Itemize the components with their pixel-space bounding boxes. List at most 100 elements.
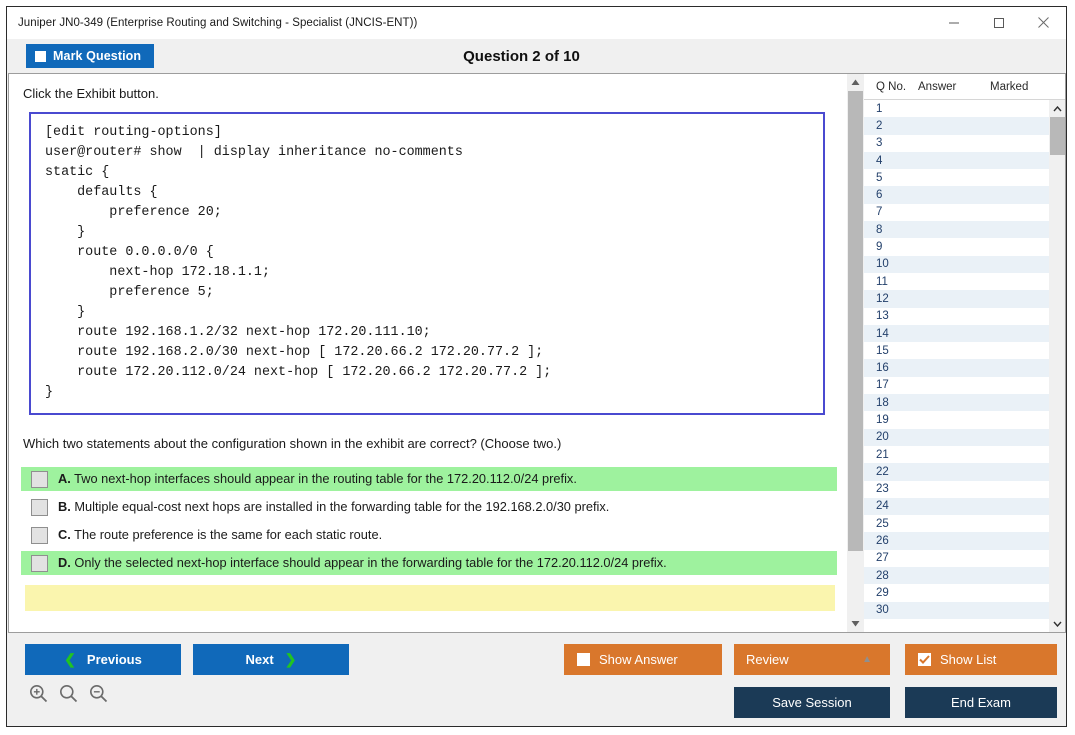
question-list-scrollbar[interactable] bbox=[1049, 100, 1065, 632]
question-list-row[interactable]: 3 bbox=[864, 135, 1049, 152]
window-controls bbox=[931, 7, 1066, 38]
content-scrollbar[interactable] bbox=[847, 73, 864, 633]
list-scroll-track[interactable] bbox=[1049, 117, 1065, 615]
answer-option-checkbox[interactable] bbox=[31, 555, 48, 572]
question-list-number: 10 bbox=[864, 258, 906, 270]
minimize-icon[interactable] bbox=[931, 7, 976, 38]
save-session-button[interactable]: Save Session bbox=[734, 687, 890, 718]
question-list-row[interactable]: 12 bbox=[864, 290, 1049, 307]
exhibit-code: [edit routing-options] user@router# show… bbox=[45, 123, 811, 403]
question-list-row[interactable]: 5 bbox=[864, 169, 1049, 186]
next-button[interactable]: Next ❯ bbox=[193, 644, 349, 675]
answer-option-row[interactable]: B. Multiple equal-cost next hops are ins… bbox=[21, 495, 837, 519]
list-scroll-thumb[interactable] bbox=[1050, 117, 1065, 155]
answer-option-body: The route preference is the same for eac… bbox=[74, 527, 382, 542]
question-list-number: 3 bbox=[864, 137, 906, 149]
question-list-number: 22 bbox=[864, 466, 906, 478]
question-list-row[interactable]: 26 bbox=[864, 532, 1049, 549]
question-list-number: 24 bbox=[864, 500, 906, 512]
answer-option-row[interactable]: C. The route preference is the same for … bbox=[21, 523, 837, 547]
scroll-down-icon[interactable] bbox=[847, 615, 864, 632]
app-window: Juniper JN0-349 (Enterprise Routing and … bbox=[6, 6, 1067, 727]
question-list-row[interactable]: 7 bbox=[864, 204, 1049, 221]
question-list-row[interactable]: 6 bbox=[864, 186, 1049, 203]
previous-button[interactable]: ❮ Previous bbox=[25, 644, 181, 675]
question-list-row[interactable]: 29 bbox=[864, 584, 1049, 601]
question-content: Click the Exhibit button. [edit routing-… bbox=[9, 74, 847, 611]
question-list-row[interactable]: 21 bbox=[864, 446, 1049, 463]
answer-option-row[interactable]: D. Only the selected next-hop interface … bbox=[21, 551, 837, 575]
answer-option-letter: C. bbox=[58, 527, 71, 542]
content-scroll-track[interactable] bbox=[847, 91, 864, 615]
question-list-row[interactable]: 13 bbox=[864, 308, 1049, 325]
question-list-number: 5 bbox=[864, 172, 906, 184]
question-list-row[interactable]: 8 bbox=[864, 221, 1049, 238]
question-list-row[interactable]: 17 bbox=[864, 377, 1049, 394]
question-list-number: 15 bbox=[864, 345, 906, 357]
content-scroll-thumb[interactable] bbox=[848, 91, 863, 551]
show-answer-label: Show Answer bbox=[599, 652, 678, 667]
question-list-number: 25 bbox=[864, 518, 906, 530]
question-list-row[interactable]: 20 bbox=[864, 429, 1049, 446]
question-list-row[interactable]: 25 bbox=[864, 515, 1049, 532]
question-list-row[interactable]: 14 bbox=[864, 325, 1049, 342]
question-list-row[interactable]: 16 bbox=[864, 359, 1049, 376]
zoom-out-icon[interactable] bbox=[89, 684, 108, 708]
mark-question-button[interactable]: Mark Question bbox=[26, 44, 154, 68]
question-list-row[interactable]: 19 bbox=[864, 411, 1049, 428]
question-list-body: 1234567891011121314151617181920212223242… bbox=[864, 100, 1065, 632]
question-list-pane: Q No. Answer Marked 12345678910111213141… bbox=[864, 73, 1066, 633]
question-list-row[interactable]: 9 bbox=[864, 238, 1049, 255]
answer-option-checkbox[interactable] bbox=[31, 471, 48, 488]
column-header-marked: Marked bbox=[990, 81, 1052, 93]
question-list-row[interactable]: 11 bbox=[864, 273, 1049, 290]
show-list-checkbox[interactable] bbox=[918, 653, 931, 666]
show-answer-button[interactable]: Show Answer bbox=[564, 644, 722, 675]
end-exam-button[interactable]: End Exam bbox=[905, 687, 1057, 718]
question-list-row[interactable]: 18 bbox=[864, 394, 1049, 411]
question-list-number: 11 bbox=[864, 276, 906, 288]
question-list-row[interactable]: 23 bbox=[864, 481, 1049, 498]
question-list-number: 19 bbox=[864, 414, 906, 426]
scroll-up-icon[interactable] bbox=[847, 74, 864, 91]
review-dropdown[interactable]: Review ▲ bbox=[734, 644, 890, 675]
column-header-qno: Q No. bbox=[864, 81, 918, 93]
question-list-row[interactable]: 30 bbox=[864, 602, 1049, 619]
answer-option-text: C. The route preference is the same for … bbox=[58, 526, 382, 543]
question-list-number: 30 bbox=[864, 604, 906, 616]
answer-option-checkbox[interactable] bbox=[31, 499, 48, 516]
answer-option-letter: A. bbox=[58, 471, 71, 486]
question-list-row[interactable]: 22 bbox=[864, 463, 1049, 480]
close-icon[interactable] bbox=[1021, 7, 1066, 38]
list-scroll-up-icon[interactable] bbox=[1049, 100, 1066, 117]
question-list-row[interactable]: 10 bbox=[864, 256, 1049, 273]
question-list-row[interactable]: 28 bbox=[864, 567, 1049, 584]
zoom-reset-icon[interactable] bbox=[59, 684, 78, 708]
answer-option-body: Two next-hop interfaces should appear in… bbox=[74, 471, 577, 486]
answer-option-checkbox[interactable] bbox=[31, 527, 48, 544]
question-list-row[interactable]: 15 bbox=[864, 342, 1049, 359]
mark-question-checkbox[interactable] bbox=[35, 51, 46, 62]
show-answer-checkbox[interactable] bbox=[577, 653, 590, 666]
question-list-row[interactable]: 1 bbox=[864, 100, 1049, 117]
answer-option-row[interactable]: A. Two next-hop interfaces should appear… bbox=[21, 467, 837, 491]
exam-app: Juniper JN0-349 (Enterprise Routing and … bbox=[0, 0, 1075, 735]
question-list-number: 13 bbox=[864, 310, 906, 322]
question-list-row[interactable]: 24 bbox=[864, 498, 1049, 515]
question-list-row[interactable]: 27 bbox=[864, 550, 1049, 567]
chevron-up-icon: ▲ bbox=[862, 654, 872, 665]
show-list-button[interactable]: Show List bbox=[905, 644, 1057, 675]
review-label: Review bbox=[746, 652, 789, 667]
column-header-answer: Answer bbox=[918, 81, 990, 93]
question-list-row[interactable]: 4 bbox=[864, 152, 1049, 169]
list-scroll-down-icon[interactable] bbox=[1049, 615, 1066, 632]
question-list-row[interactable]: 2 bbox=[864, 117, 1049, 134]
question-list-number: 14 bbox=[864, 328, 906, 340]
question-list-number: 2 bbox=[864, 120, 906, 132]
zoom-in-icon[interactable] bbox=[29, 684, 48, 708]
answer-option-text: B. Multiple equal-cost next hops are ins… bbox=[58, 498, 609, 515]
chevron-right-icon: ❯ bbox=[285, 651, 297, 668]
question-list-number: 6 bbox=[864, 189, 906, 201]
maximize-icon[interactable] bbox=[976, 7, 1021, 38]
question-list-number: 7 bbox=[864, 206, 906, 218]
